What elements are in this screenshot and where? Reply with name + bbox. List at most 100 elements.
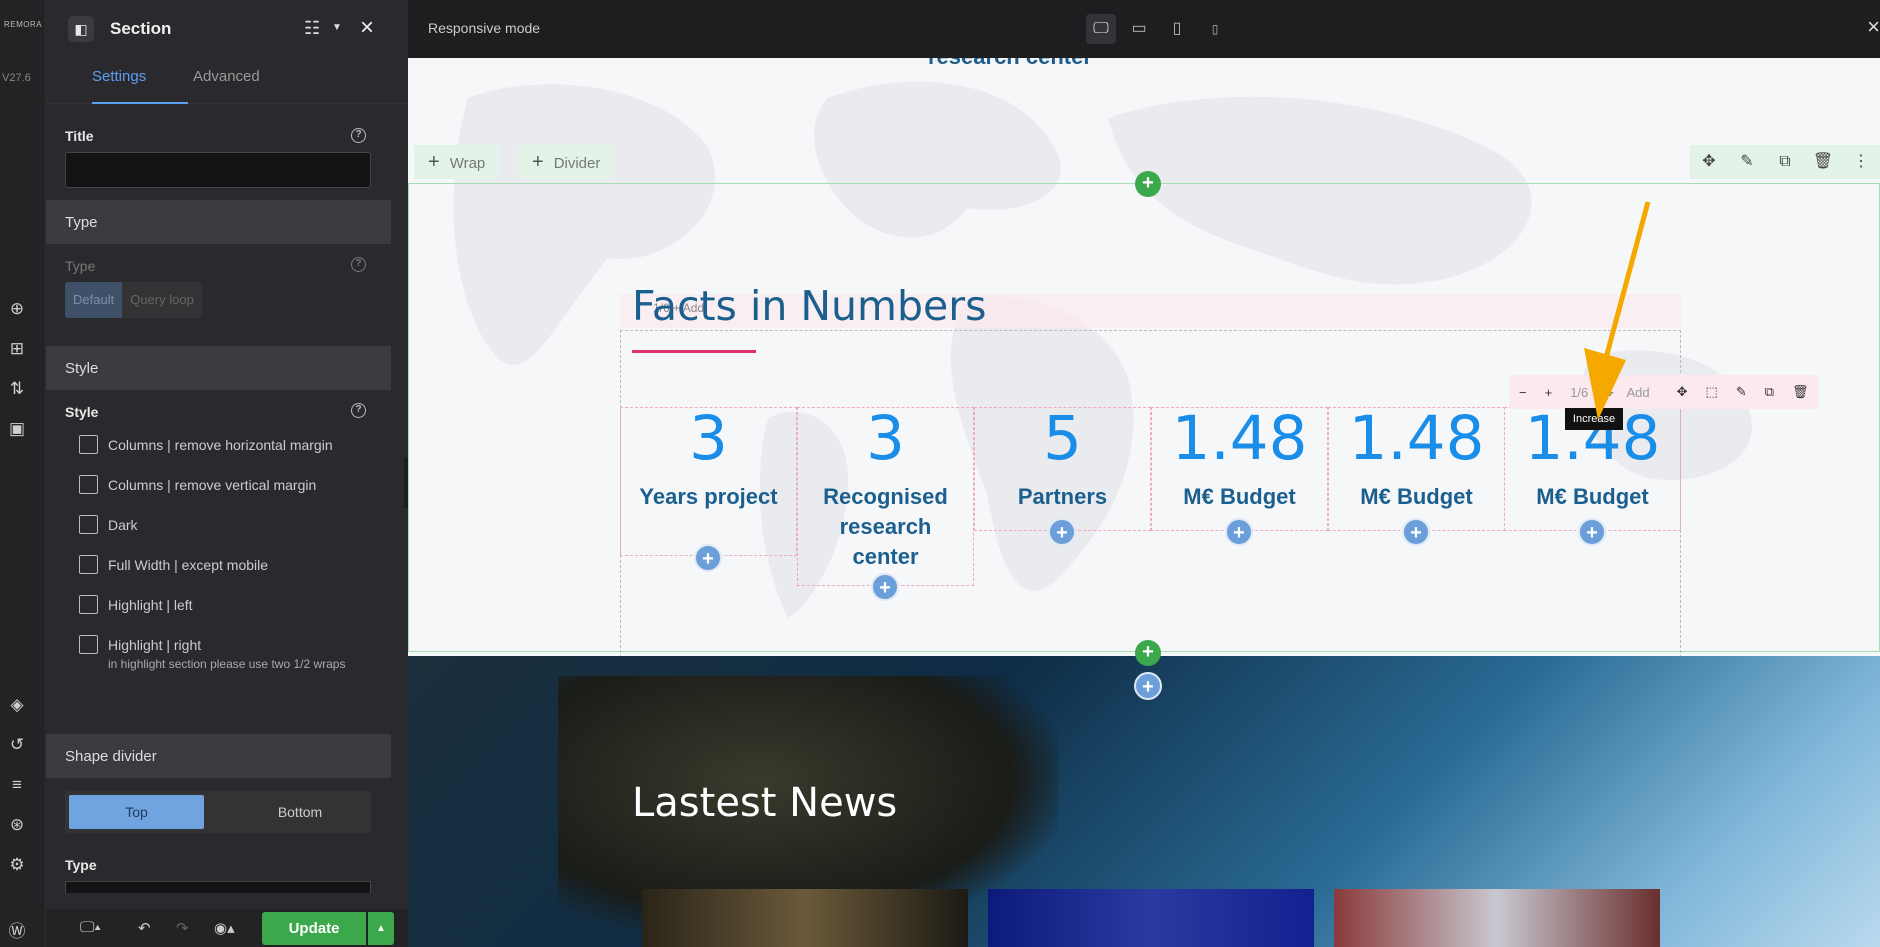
type-default-option[interactable]: Default xyxy=(65,282,123,318)
facts-title: Facts in Numbers xyxy=(632,282,987,330)
fact-number: 5 xyxy=(1043,403,1082,474)
add-element-icon[interactable]: ⊕ xyxy=(7,299,27,319)
fact-label: M€ Budget xyxy=(1183,484,1296,509)
layers-icon[interactable]: ◈ xyxy=(7,695,27,715)
highlight-note: in highlight section please use two 1/2 … xyxy=(108,657,346,671)
top-bar: Responsive mode 🖵 ▭ ▯ ▯ × xyxy=(408,0,1880,58)
add-element-button[interactable]: + xyxy=(1578,518,1606,546)
fact-number: 1.48 xyxy=(1171,403,1308,474)
gear-icon[interactable]: ⚙ xyxy=(7,855,27,875)
style-checkbox[interactable] xyxy=(79,515,98,534)
update-options-button[interactable]: ▲ xyxy=(368,912,394,945)
style-option-label: Dark xyxy=(108,517,138,533)
news-thumbnail[interactable] xyxy=(642,889,968,947)
tab-settings[interactable]: Settings xyxy=(92,68,188,104)
select-icon[interactable]: ⬚ xyxy=(1697,384,1727,400)
duplicate-icon[interactable]: ⧉ xyxy=(1766,145,1804,179)
panel-options-icon[interactable]: ☷ xyxy=(304,18,320,39)
tab-advanced[interactable]: Advanced xyxy=(193,68,260,85)
wordpress-icon[interactable]: Ⓦ xyxy=(7,922,27,942)
panel-header: ◧ Section ☷ ▼ × xyxy=(46,0,408,58)
annotation-arrow xyxy=(1584,201,1651,420)
plus-icon: + xyxy=(428,151,440,173)
chevron-down-icon[interactable]: ▼ xyxy=(332,22,342,33)
section-icon: ◧ xyxy=(68,16,94,42)
title-label: Title xyxy=(65,128,94,144)
add-divider-button[interactable]: + Divider xyxy=(518,145,615,179)
shape-bottom-option[interactable]: Bottom xyxy=(235,795,365,829)
help-icon[interactable]: ? xyxy=(351,403,366,418)
increase-width-icon[interactable]: + xyxy=(1536,385,1562,400)
tablet-landscape-icon[interactable]: ▭ xyxy=(1124,14,1154,44)
close-icon[interactable]: × xyxy=(360,14,374,42)
type-query-loop-option[interactable]: Query loop xyxy=(122,282,202,318)
help-icon[interactable]: ? xyxy=(351,128,366,143)
add-element-button[interactable]: + xyxy=(1402,518,1430,546)
sliders-icon[interactable]: ≡ xyxy=(7,775,27,795)
duplicate-icon[interactable]: ⧉ xyxy=(1756,384,1783,400)
update-button[interactable]: Update xyxy=(262,912,366,945)
tablet-portrait-icon[interactable]: ▯ xyxy=(1162,14,1192,44)
shape-divider-header[interactable]: Shape divider xyxy=(46,734,391,778)
type-label: Type xyxy=(65,258,96,274)
edit-icon[interactable]: ✎ xyxy=(1728,145,1766,179)
redo-icon[interactable]: ↷ xyxy=(176,919,189,937)
style-checkbox[interactable] xyxy=(79,595,98,614)
fact-number: 1.48 xyxy=(1348,403,1485,474)
shape-top-option[interactable]: Top xyxy=(69,795,204,829)
add-section-button[interactable]: + xyxy=(1135,640,1161,666)
fact-column[interactable]: 1.48 M€ Budget xyxy=(1328,407,1505,531)
fact-label: Partners xyxy=(1017,484,1108,509)
trash-icon[interactable]: 🗑 xyxy=(1783,384,1818,400)
style-checkbox[interactable] xyxy=(79,555,98,574)
bottom-toolbar: 🖵▴ ↶ ↷ ◉▴ Update ▲ xyxy=(46,909,408,947)
add-divider-label: Divider xyxy=(553,155,601,172)
fact-column[interactable]: 3 Recognised research center xyxy=(797,407,974,586)
style-checkbox[interactable] xyxy=(79,435,98,454)
add-element-button[interactable]: + xyxy=(1048,518,1076,546)
trash-icon[interactable]: 🗑 xyxy=(1804,145,1842,179)
desktop-device-icon[interactable]: 🖵 xyxy=(1086,14,1116,44)
edit-icon[interactable]: ✎ xyxy=(1727,384,1756,400)
add-element-button[interactable]: + xyxy=(694,544,722,572)
history-icon[interactable]: ↺ xyxy=(7,735,27,755)
style-option-label: Columns | remove horizontal margin xyxy=(108,437,333,453)
news-thumbnail[interactable] xyxy=(988,889,1314,947)
globe-icon[interactable]: ⊛ xyxy=(7,815,27,835)
add-element-button[interactable]: + xyxy=(871,573,899,601)
news-thumbnail[interactable] xyxy=(1334,889,1660,947)
add-section-button[interactable]: + xyxy=(1135,171,1161,197)
fact-column[interactable]: 3 Years project xyxy=(620,407,797,556)
more-icon[interactable]: ⋮ xyxy=(1842,145,1880,179)
layout-icon[interactable]: ⊞ xyxy=(7,339,27,359)
fact-column[interactable]: 5 Partners xyxy=(974,407,1151,531)
add-element-button[interactable]: + xyxy=(1225,518,1253,546)
shape-type-select[interactable] xyxy=(65,881,371,893)
style-checkbox[interactable] xyxy=(79,635,98,654)
fact-label: Years project xyxy=(639,484,778,509)
fact-column[interactable]: 1.48 M€ Budget xyxy=(1151,407,1328,531)
mobile-device-icon[interactable]: ▯ xyxy=(1200,14,1230,44)
responsive-mode-label: Responsive mode xyxy=(428,20,541,36)
add-element-button[interactable]: + xyxy=(1134,672,1162,700)
add-wrap-button[interactable]: + Wrap xyxy=(414,145,500,179)
style-checkbox[interactable] xyxy=(79,475,98,494)
style-section-header[interactable]: Style xyxy=(46,346,391,390)
close-icon[interactable]: × xyxy=(1867,14,1880,40)
preview-eye-icon[interactable]: ◉▴ xyxy=(214,919,235,937)
move-icon[interactable]: ✥ xyxy=(1668,384,1697,400)
title-input[interactable] xyxy=(65,152,371,188)
sort-icon[interactable]: ⇅ xyxy=(7,379,27,399)
fact-number: 3 xyxy=(866,403,905,474)
settings-panel: ◧ Section ☷ ▼ × Settings Advanced Title … xyxy=(46,0,408,947)
type-section-header[interactable]: Type xyxy=(46,200,391,244)
previous-heading: research center xyxy=(928,58,1092,70)
desktop-preview-icon[interactable]: 🖵▴ xyxy=(80,919,101,936)
fact-label: M€ Budget xyxy=(1536,484,1649,509)
decrease-width-icon[interactable]: − xyxy=(1510,385,1536,400)
help-icon[interactable]: ? xyxy=(351,257,366,272)
shape-type-label: Type xyxy=(65,857,97,873)
undo-icon[interactable]: ↶ xyxy=(138,919,151,937)
template-icon[interactable]: ▣ xyxy=(7,419,27,439)
move-icon[interactable]: ✥ xyxy=(1690,145,1728,179)
